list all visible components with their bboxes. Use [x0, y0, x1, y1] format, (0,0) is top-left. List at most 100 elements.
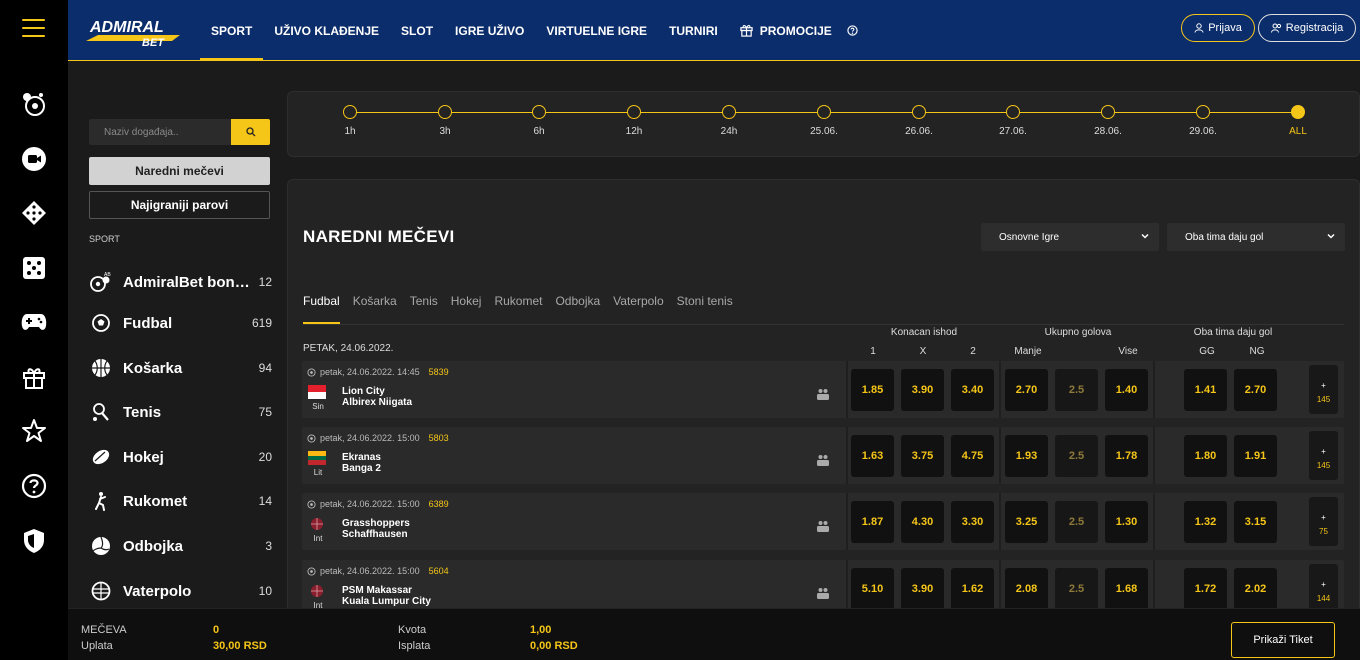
market-select-btts[interactable]: Oba tima daju gol [1167, 223, 1345, 251]
odd-2[interactable]: 3.40 [951, 369, 994, 411]
sidebar-item-rukomet[interactable]: Rukomet 14 [89, 486, 272, 516]
odd-x[interactable]: 3.75 [901, 435, 944, 477]
diamond-dice-icon[interactable] [20, 199, 48, 227]
search-input[interactable]: Naziv događaja.. [89, 119, 231, 145]
nav-tournaments[interactable]: TURNIRI [658, 0, 729, 61]
gamepad-icon[interactable] [20, 308, 48, 336]
login-button[interactable]: Prijava [1181, 14, 1255, 42]
odd-over[interactable]: 1.68 [1105, 568, 1148, 610]
more-markets-button[interactable]: +75 [1309, 497, 1338, 546]
statistics-icon[interactable] [816, 387, 830, 401]
country-code: Lit [313, 468, 323, 477]
tab-odbojka[interactable]: Odbojka [555, 294, 600, 324]
admiralbet-logo[interactable]: ADMIRAL BET [84, 12, 182, 49]
upcoming-matches-button[interactable]: Naredni mečevi [89, 157, 270, 185]
show-ticket-button[interactable]: Prikaži Tiket [1231, 622, 1335, 658]
time-filter-28-06[interactable]: 28.06. [1088, 105, 1128, 137]
sidebar-item-admiralbet-bonus[interactable]: AB AdmiralBet bonu... 12 [89, 267, 272, 297]
odd-2[interactable]: 3.30 [951, 501, 994, 543]
odd-1[interactable]: 1.85 [851, 369, 894, 411]
time-filter-29-06[interactable]: 29.06. [1183, 105, 1223, 137]
nav-virtual-games[interactable]: VIRTUELNE IGRE [535, 0, 658, 61]
dice-icon[interactable] [20, 254, 48, 282]
tab-rukomet[interactable]: Rukomet [494, 294, 542, 324]
shield-icon[interactable] [20, 527, 48, 555]
odd-x[interactable]: 3.90 [901, 369, 944, 411]
odd-ng[interactable]: 1.91 [1234, 435, 1277, 477]
time-filter-3h[interactable]: 3h [425, 105, 465, 137]
time-filter-1h[interactable]: 1h [330, 105, 370, 137]
odd-2[interactable]: 4.75 [951, 435, 994, 477]
tab-fudbal[interactable]: Fudbal [303, 294, 340, 324]
odd-gg[interactable]: 1.32 [1184, 501, 1227, 543]
odd-ng[interactable]: 3.15 [1234, 501, 1277, 543]
sidebar-item-odbojka[interactable]: Odbojka 3 [89, 531, 272, 561]
info-icon[interactable] [843, 0, 869, 61]
nav-promotions[interactable]: PROMOCIJE [729, 0, 843, 61]
tab-stoni-tenis[interactable]: Stoni tenis [677, 294, 733, 324]
odd-ng[interactable]: 2.02 [1234, 568, 1277, 610]
sidebar-item-hokej[interactable]: Hokej 20 [89, 442, 272, 472]
odd-x[interactable]: 3.90 [901, 568, 944, 610]
nav-live-betting[interactable]: UŽIVO KLAĐENJE [263, 0, 390, 61]
nav-slot[interactable]: SLOT [390, 0, 444, 61]
gift-icon[interactable] [20, 363, 48, 391]
goal-line: 2.5 [1055, 501, 1098, 543]
odd-gg[interactable]: 1.41 [1184, 369, 1227, 411]
sidebar-item-tenis[interactable]: Tenis 75 [89, 397, 272, 427]
match-row[interactable]: petak, 24.06.2022. 14:45 5839 Sin Lion C… [302, 361, 1344, 418]
odd-under[interactable]: 3.25 [1005, 501, 1048, 543]
register-button[interactable]: Registracija [1258, 14, 1356, 42]
statistics-icon[interactable] [816, 586, 830, 600]
sidebar-item-fudbal[interactable]: Fudbal 619 [89, 308, 272, 338]
odd-under[interactable]: 2.08 [1005, 568, 1048, 610]
sidebar-item-kosarka[interactable]: Košarka 94 [89, 353, 272, 383]
menu-icon[interactable] [22, 19, 45, 37]
time-filter-12h[interactable]: 12h [614, 105, 654, 137]
most-played-button[interactable]: Najigraniji parovi [89, 191, 270, 219]
date-group-label: PETAK, 24.06.2022. [303, 343, 394, 354]
time-filter-6h[interactable]: 6h [519, 105, 559, 137]
nav-live-games[interactable]: IGRE UŽIVO [444, 0, 535, 61]
odd-over[interactable]: 1.40 [1105, 369, 1148, 411]
time-filter-27-06[interactable]: 27.06. [993, 105, 1033, 137]
odd-gg[interactable]: 1.72 [1184, 568, 1227, 610]
tab-hokej[interactable]: Hokej [451, 294, 482, 324]
time-filter-26-06[interactable]: 26.06. [899, 105, 939, 137]
match-row[interactable]: petak, 24.06.2022. 15:00 5803 Lit Ekrana… [302, 427, 1344, 484]
odd-ng[interactable]: 2.70 [1234, 369, 1277, 411]
time-filter-25-06[interactable]: 25.06. [804, 105, 844, 137]
time-filter-all[interactable]: ALL [1278, 105, 1318, 137]
odd-under[interactable]: 2.70 [1005, 369, 1048, 411]
statistics-icon[interactable] [816, 519, 830, 533]
statistics-icon[interactable] [816, 453, 830, 467]
odd-x[interactable]: 4.30 [901, 501, 944, 543]
odd-over[interactable]: 1.78 [1105, 435, 1148, 477]
search-button[interactable] [231, 119, 270, 145]
away-team: Kuala Lumpur City [342, 596, 431, 607]
help-icon[interactable] [20, 472, 48, 500]
tab-tenis[interactable]: Tenis [410, 294, 438, 324]
more-markets-button[interactable]: +145 [1309, 365, 1338, 414]
star-icon[interactable] [20, 417, 48, 445]
time-filter-24h[interactable]: 24h [709, 105, 749, 137]
odd-1[interactable]: 1.63 [851, 435, 894, 477]
odd-over[interactable]: 1.30 [1105, 501, 1148, 543]
odd-1[interactable]: 1.87 [851, 501, 894, 543]
match-row[interactable]: petak, 24.06.2022. 15:00 6389 Int Grassh… [302, 493, 1344, 550]
odd-1[interactable]: 5.10 [851, 568, 894, 610]
live-tv-icon[interactable] [20, 145, 48, 173]
more-markets-button[interactable]: +144 [1309, 564, 1338, 613]
main-nav: SPORT UŽIVO KLAĐENJE SLOT IGRE UŽIVO VIR… [200, 0, 869, 61]
home-team: Grasshoppers [342, 518, 410, 529]
odd-gg[interactable]: 1.80 [1184, 435, 1227, 477]
nav-sport[interactable]: SPORT [200, 0, 264, 61]
tab-kosarka[interactable]: Košarka [353, 294, 397, 324]
more-markets-button[interactable]: +145 [1309, 431, 1338, 480]
odd-2[interactable]: 1.62 [951, 568, 994, 610]
odd-under[interactable]: 1.93 [1005, 435, 1048, 477]
market-select-basic[interactable]: Osnovne Igre [981, 223, 1159, 251]
soccer-balls-icon[interactable] [20, 90, 48, 118]
sidebar-item-vaterpolo[interactable]: Vaterpolo 10 [89, 576, 272, 606]
tab-vaterpolo[interactable]: Vaterpolo [613, 294, 663, 324]
